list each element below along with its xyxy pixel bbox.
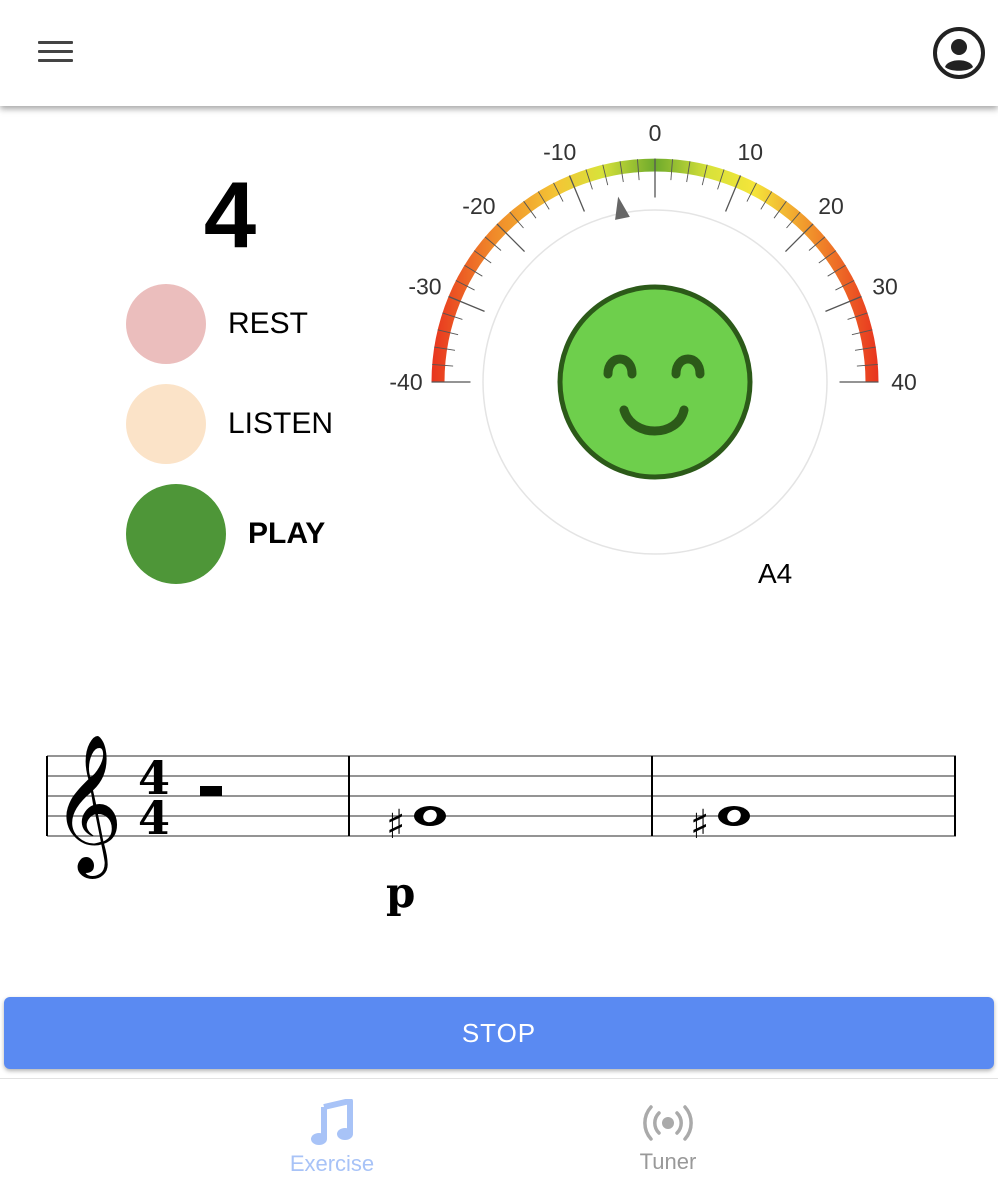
gauge-tick-label: -30 xyxy=(408,274,441,300)
detected-note: A4 xyxy=(758,558,793,589)
account-circle-icon[interactable] xyxy=(932,26,986,80)
gauge-tick-label: -40 xyxy=(389,369,422,395)
half-rest xyxy=(200,786,222,796)
treble-clef-icon: 𝄞 xyxy=(52,734,123,879)
broadcast-icon xyxy=(643,1105,693,1141)
music-note-icon xyxy=(311,1099,353,1145)
sharp-icon: ♯ xyxy=(386,801,405,848)
rest-indicator-dot xyxy=(126,284,206,364)
beat-counter: 4 xyxy=(203,162,257,267)
tab-tuner-label: Tuner xyxy=(639,1149,697,1174)
note-measure-2: ♯ xyxy=(386,801,446,848)
state-listen: LISTEN xyxy=(126,384,333,464)
music-score: 𝄞 4 4 ♯ ♯ xyxy=(40,720,970,940)
listen-indicator-dot xyxy=(126,384,206,464)
tab-exercise-label: Exercise xyxy=(289,1151,375,1176)
gauge-tick-label: 10 xyxy=(737,139,763,165)
dynamic-marking: p xyxy=(386,868,416,917)
staff-lines xyxy=(47,755,956,837)
gauge-tick-label: 0 xyxy=(649,120,662,146)
tuning-gauge: -40 -30 -20 -10 0 10 20 30 40 xyxy=(370,120,940,600)
play-indicator-dot xyxy=(126,484,226,584)
hamburger-menu-icon[interactable] xyxy=(36,38,76,66)
stop-button[interactable]: STOP xyxy=(4,997,994,1069)
note-measure-3: ♯ xyxy=(690,801,750,848)
sharp-icon: ♯ xyxy=(690,801,709,848)
gauge-tick-label: -10 xyxy=(543,139,576,165)
time-signature: 4 4 xyxy=(138,751,170,845)
tab-exercise[interactable]: Exercise xyxy=(232,1079,432,1191)
bottom-navigation: Exercise Tuner xyxy=(0,1078,998,1191)
tab-tuner[interactable]: Tuner xyxy=(568,1079,768,1191)
app-header xyxy=(0,0,998,106)
play-label: PLAY xyxy=(248,517,326,550)
state-rest: REST xyxy=(126,284,308,364)
smiley-face-icon xyxy=(557,284,753,480)
listen-label: LISTEN xyxy=(228,407,334,440)
state-play: PLAY xyxy=(126,484,325,584)
gauge-tick-label: -20 xyxy=(462,193,495,219)
tuning-needle-marker xyxy=(615,196,630,220)
gauge-tick-label: 20 xyxy=(818,193,844,219)
svg-text:4: 4 xyxy=(138,791,170,845)
gauge-tick-label: 30 xyxy=(872,274,898,300)
gauge-tick-label: 40 xyxy=(891,369,917,395)
rest-label: REST xyxy=(228,307,309,340)
